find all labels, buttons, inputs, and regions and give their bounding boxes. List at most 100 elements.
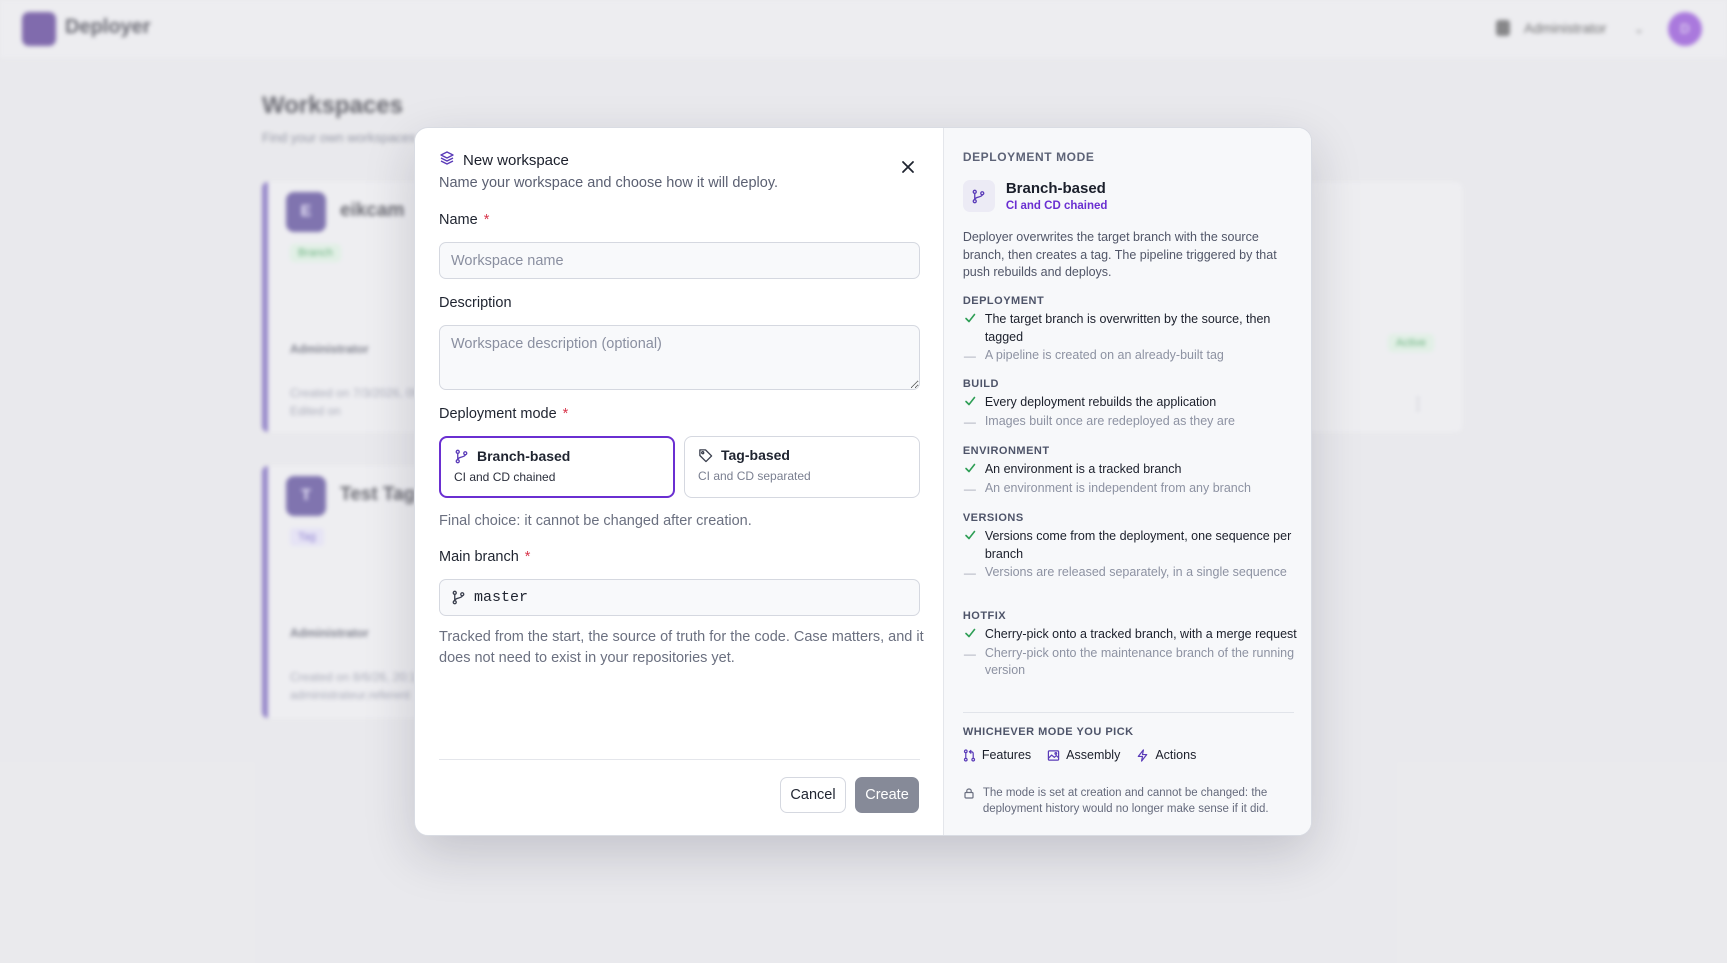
mode-option-tag-based[interactable]: Tag-based CI and CD separated bbox=[684, 436, 920, 498]
panel-divider bbox=[962, 712, 1294, 713]
panel-mode-icon bbox=[962, 180, 995, 212]
section-no-item: — A pipeline is created on an already-bui… bbox=[963, 347, 1298, 366]
lock-icon bbox=[964, 788, 974, 799]
name-label: Name * bbox=[439, 212, 489, 228]
deployment-mode-label-text: Deployment mode bbox=[439, 406, 557, 422]
close-button[interactable] bbox=[897, 156, 919, 178]
section-no-text: Images built once are redeployed as they… bbox=[984, 413, 1235, 428]
section-hotfix: HOTFIX Cherry-pick onto a tracked branch… bbox=[963, 610, 1298, 681]
mode-option-title: Tag-based bbox=[721, 447, 790, 463]
mode-option-header: Branch-based bbox=[454, 448, 660, 464]
lightning-icon bbox=[1138, 748, 1148, 762]
section-yes-text: An environment is a tracked branch bbox=[984, 462, 1182, 476]
main-branch-help: Tracked from the start, the source of tr… bbox=[439, 629, 924, 666]
common-kicker: WHICHEVER MODE YOU PICK bbox=[962, 726, 1134, 738]
required-mark: * bbox=[483, 212, 490, 228]
check-icon bbox=[963, 461, 977, 474]
dialog-header: New workspace bbox=[439, 150, 569, 171]
mode-option-subtitle: CI and CD separated bbox=[698, 469, 811, 483]
section-yes-item: Every deployment rebuilds the applicatio… bbox=[963, 394, 1298, 412]
section-heading: DEPLOYMENT bbox=[962, 295, 1045, 307]
panel-mode-subtitle: CI and CD chained bbox=[1005, 200, 1108, 212]
main-branch-value[interactable]: master bbox=[474, 589, 528, 606]
section-no-item: — Versions are released separately, in a … bbox=[963, 564, 1298, 583]
section-deployment: DEPLOYMENT The target branch is overwrit… bbox=[963, 295, 1298, 367]
section-yes-item: Versions come from the deployment, one s… bbox=[963, 528, 1298, 563]
check-icon bbox=[963, 626, 977, 639]
section-no-text: An environment is independent from any b… bbox=[984, 480, 1251, 495]
deployment-mode-label: Deployment mode * bbox=[439, 406, 568, 422]
main-branch-label-text: Main branch bbox=[439, 549, 519, 565]
section-yes-text: Versions come from the deployment, one s… bbox=[984, 529, 1292, 561]
dialog-subtitle: Name your workspace and choose how it wi… bbox=[439, 175, 779, 191]
check-icon bbox=[963, 311, 977, 324]
mode-option-branch-based[interactable]: Branch-based CI and CD chained bbox=[439, 436, 675, 498]
git-pull-request-icon bbox=[963, 748, 975, 762]
new-workspace-dialog: New workspace Name your workspace and ch… bbox=[414, 127, 1312, 836]
dash-icon: — bbox=[963, 414, 976, 429]
section-yes-item: Cherry-pick onto a tracked branch, with … bbox=[963, 626, 1298, 644]
section-heading: ENVIRONMENT bbox=[962, 445, 1050, 457]
main-branch-label: Main branch * bbox=[439, 549, 530, 565]
mode-option-subtitle: CI and CD chained bbox=[454, 470, 556, 484]
footer-divider bbox=[439, 759, 920, 760]
lock-note-text: The mode is set at creation and cannot b… bbox=[982, 787, 1269, 815]
section-heading: VERSIONS bbox=[962, 512, 1024, 524]
create-button[interactable]: Create bbox=[855, 777, 919, 813]
required-mark: * bbox=[524, 549, 531, 565]
common-item-label: Features bbox=[981, 748, 1032, 762]
section-versions: VERSIONS Versions come from the deployme… bbox=[963, 512, 1298, 584]
check-icon bbox=[963, 528, 977, 541]
deployment-mode-panel: DEPLOYMENT MODE Branch-based CI and CD c… bbox=[942, 128, 1311, 835]
layers-icon bbox=[439, 150, 455, 171]
section-no-text: Cherry-pick onto the maintenance branch … bbox=[984, 645, 1295, 678]
required-mark: * bbox=[562, 406, 569, 422]
tag-icon bbox=[699, 448, 713, 462]
main-branch-input[interactable]: master bbox=[439, 579, 920, 616]
close-icon bbox=[902, 161, 914, 173]
workspace-description-input[interactable] bbox=[439, 325, 920, 390]
section-no-item: — An environment is independent from any … bbox=[963, 480, 1298, 499]
dash-icon: — bbox=[963, 481, 976, 496]
name-label-text: Name bbox=[439, 212, 478, 228]
final-choice-note: Final choice: it cannot be changed after… bbox=[439, 513, 752, 529]
lock-note: The mode is set at creation and cannot b… bbox=[963, 785, 1298, 817]
section-no-item: — Images built once are redeployed as the… bbox=[963, 413, 1298, 432]
description-label: Description bbox=[439, 295, 512, 311]
common-item-assembly: Assembly bbox=[1047, 748, 1120, 762]
workspace-name-input[interactable] bbox=[439, 242, 920, 279]
section-heading: HOTFIX bbox=[962, 610, 1007, 622]
section-yes-item: The target branch is overwritten by the … bbox=[963, 311, 1298, 346]
mode-option-header: Tag-based bbox=[698, 447, 906, 463]
section-yes-item: An environment is a tracked branch bbox=[963, 461, 1298, 479]
panel-mode-title: Branch-based bbox=[1005, 180, 1106, 197]
section-no-text: Versions are released separately, in a s… bbox=[984, 565, 1287, 579]
git-branch-icon bbox=[452, 590, 465, 605]
dash-icon: — bbox=[963, 566, 976, 580]
cancel-button[interactable]: Cancel bbox=[780, 777, 846, 813]
section-build: BUILD Every deployment rebuilds the appl… bbox=[963, 378, 1298, 432]
common-item-label: Actions bbox=[1155, 748, 1197, 762]
check-icon bbox=[963, 394, 977, 407]
common-item-label: Assembly bbox=[1066, 748, 1121, 762]
dialog-form: New workspace Name your workspace and ch… bbox=[415, 128, 943, 835]
mode-option-title: Branch-based bbox=[477, 448, 571, 464]
common-item-features: Features bbox=[963, 748, 1031, 762]
git-branch-icon bbox=[972, 189, 985, 203]
section-no-item: — Cherry-pick onto the maintenance branch… bbox=[963, 645, 1298, 680]
dash-icon: — bbox=[963, 349, 976, 363]
section-yes-text: Every deployment rebuilds the applicatio… bbox=[984, 395, 1217, 409]
common-item-actions: Actions bbox=[1136, 748, 1196, 762]
section-environment: ENVIRONMENT An environment is a tracked … bbox=[963, 445, 1298, 499]
dialog-title: New workspace bbox=[463, 152, 569, 169]
section-yes-text: The target branch is overwritten by the … bbox=[984, 312, 1271, 344]
common-features: Features Assembly Actions bbox=[963, 748, 1196, 762]
dash-icon: — bbox=[963, 646, 976, 661]
panel-description: Deployer overwrites the target branch wi… bbox=[962, 230, 1277, 279]
section-no-text: A pipeline is created on an already-buil… bbox=[984, 348, 1224, 362]
section-yes-text: Cherry-pick onto a tracked branch, with … bbox=[984, 627, 1297, 641]
git-branch-icon bbox=[455, 449, 468, 463]
image-frame-icon bbox=[1047, 749, 1060, 761]
section-heading: BUILD bbox=[962, 378, 999, 390]
panel-kicker: DEPLOYMENT MODE bbox=[962, 150, 1095, 164]
